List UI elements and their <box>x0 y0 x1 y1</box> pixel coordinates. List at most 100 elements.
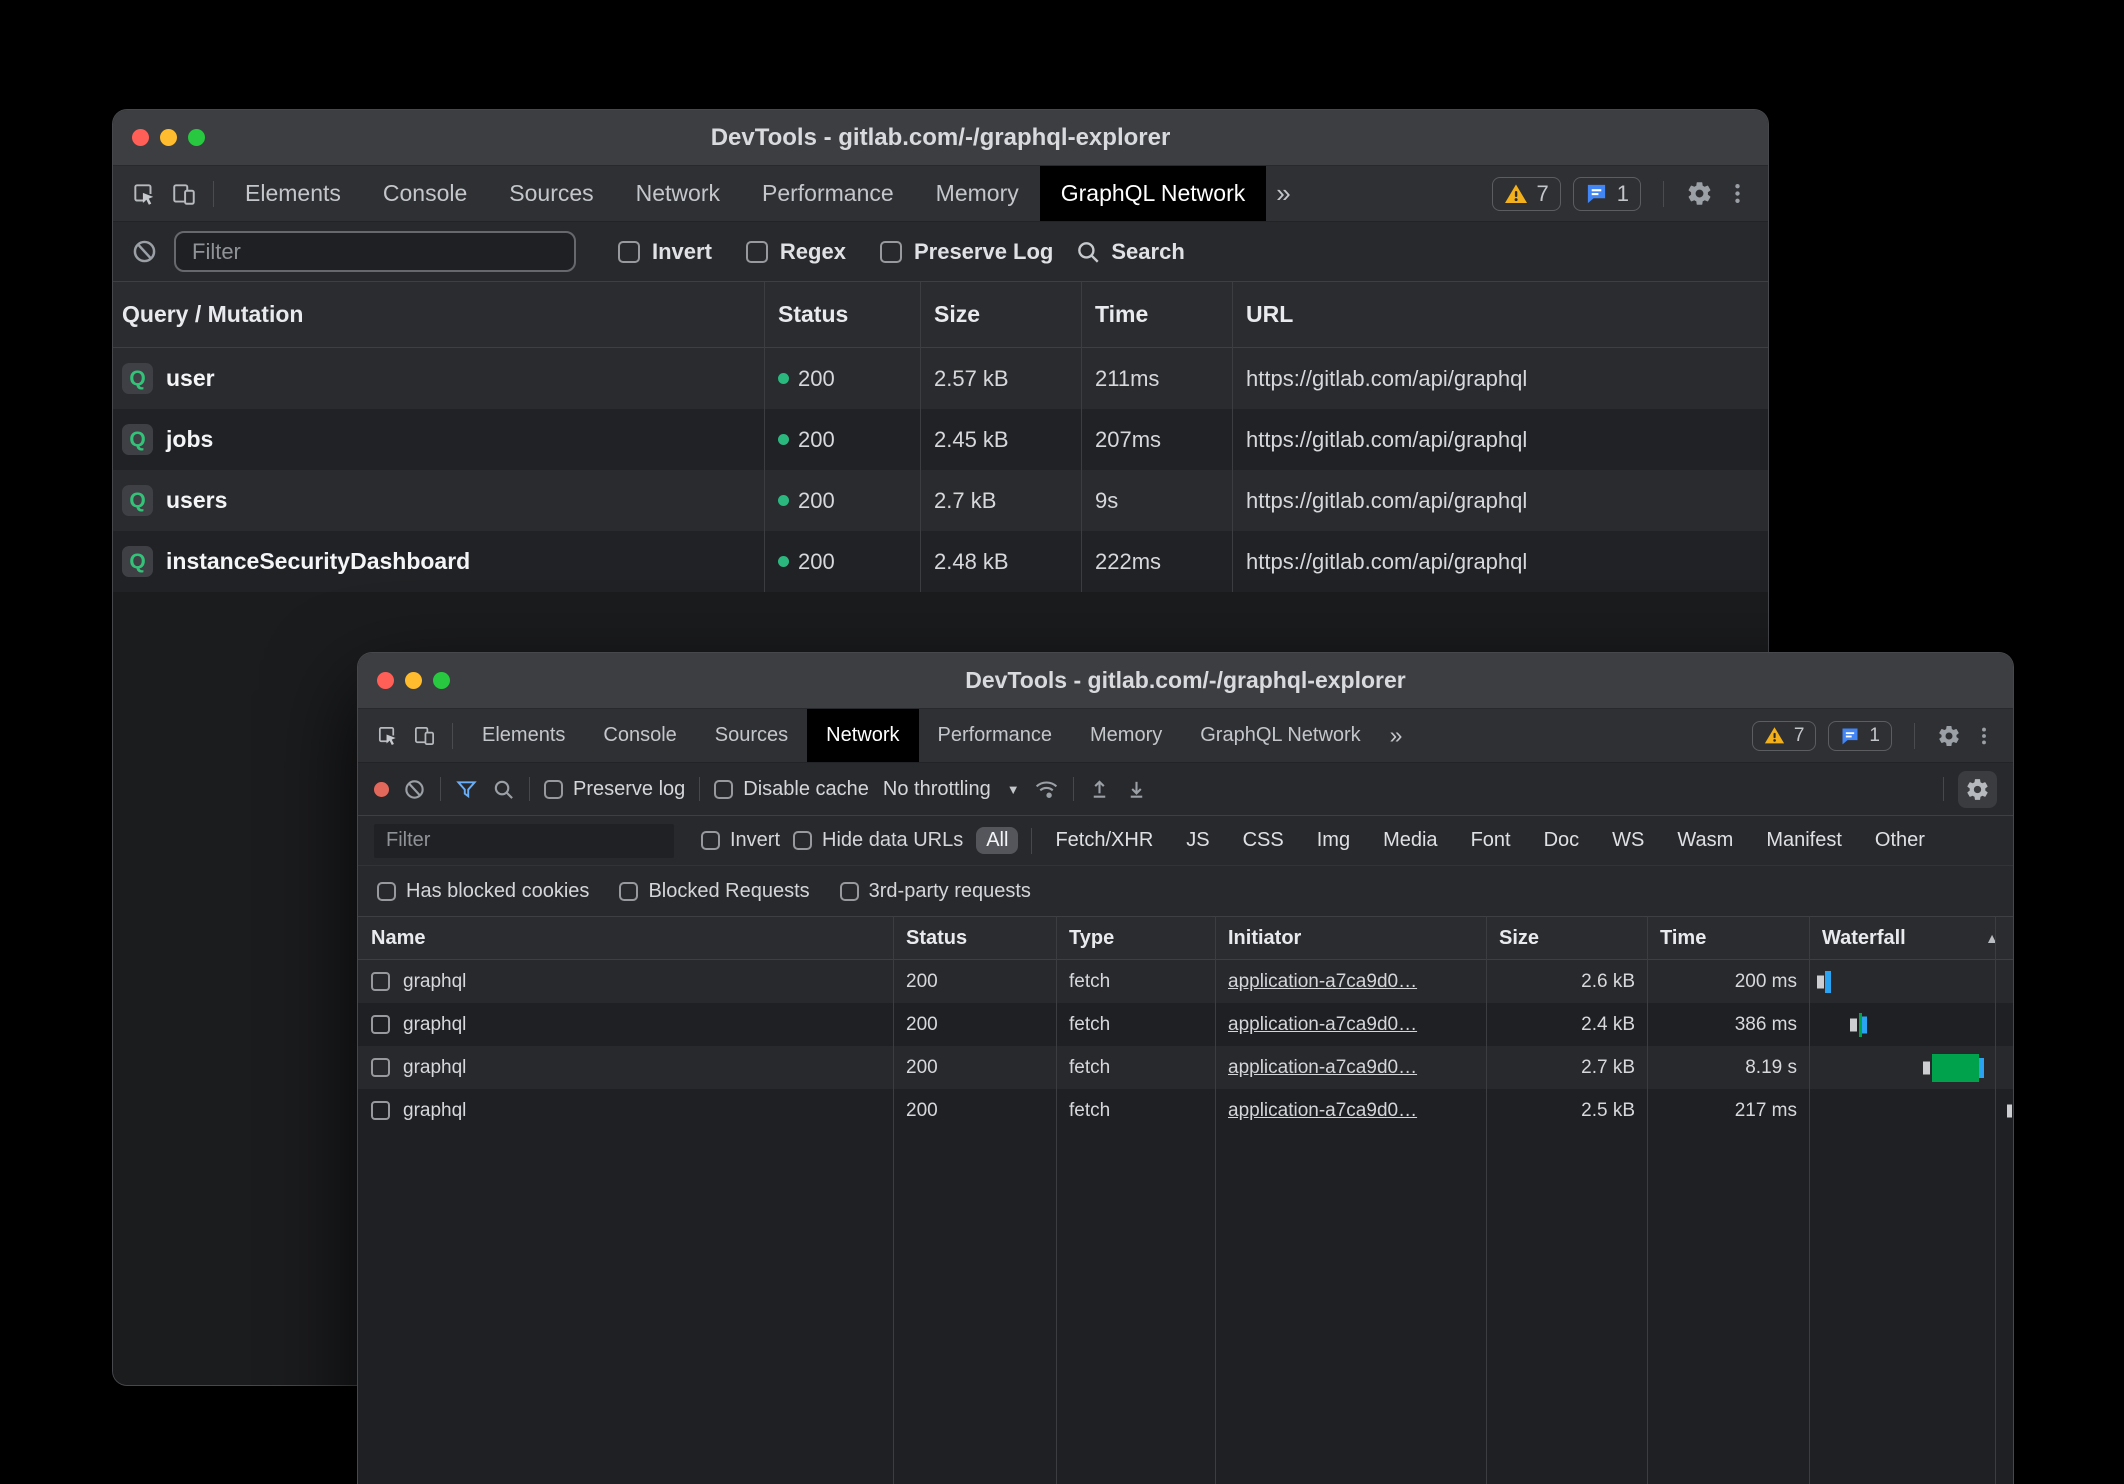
has-blocked-cookies-checkbox[interactable]: Has blocked cookies <box>377 880 589 903</box>
tab-graphql-network[interactable]: GraphQL Network <box>1040 166 1267 221</box>
tab-network[interactable]: Network <box>615 166 741 221</box>
waterfall-bar[interactable] <box>1809 1046 2013 1089</box>
tab-memory[interactable]: Memory <box>1071 709 1181 762</box>
tab-console[interactable]: Console <box>362 166 488 221</box>
more-panels-chevron[interactable]: » <box>1390 722 1403 749</box>
tab-sources[interactable]: Sources <box>696 709 807 762</box>
search-icon[interactable] <box>492 778 515 801</box>
settings-gear-icon[interactable] <box>1937 724 1961 748</box>
graphql-request-row[interactable]: Quser2002.57 kB211mshttps://gitlab.com/a… <box>113 348 1768 409</box>
device-toolbar-icon[interactable] <box>171 181 197 207</box>
network-request-row[interactable]: graphql200fetchapplication-a7ca9d0…2.6 k… <box>358 960 2013 1003</box>
third-party-requests-checkbox[interactable]: 3rd-party requests <box>840 880 1031 903</box>
close-window-button[interactable] <box>377 672 394 689</box>
tab-elements[interactable]: Elements <box>463 709 584 762</box>
minimize-window-button[interactable] <box>405 672 422 689</box>
record-network-log-button[interactable] <box>374 782 389 797</box>
filter-chip-wasm[interactable]: Wasm <box>1667 827 1743 854</box>
column-header-time[interactable]: Time <box>1081 301 1232 328</box>
tab-graphql-network[interactable]: GraphQL Network <box>1181 709 1379 762</box>
initiator-link[interactable]: application-a7ca9d0… <box>1228 971 1417 993</box>
column-header-status[interactable]: Status <box>764 301 920 328</box>
checkbox-box[interactable] <box>701 831 720 850</box>
tab-network[interactable]: Network <box>807 709 918 762</box>
filter-chip-fetch-xhr[interactable]: Fetch/XHR <box>1045 827 1163 854</box>
tab-elements[interactable]: Elements <box>224 166 362 221</box>
more-panels-chevron[interactable]: » <box>1276 178 1290 209</box>
checkbox-box[interactable] <box>880 241 902 263</box>
issues-badge[interactable]: 1 <box>1573 177 1641 211</box>
graphql-filter-input[interactable] <box>174 231 576 272</box>
titlebar[interactable]: DevTools - gitlab.com/-/graphql-explorer <box>113 110 1768 166</box>
disable-cache-checkbox[interactable]: Disable cache <box>714 778 869 801</box>
row-checkbox[interactable] <box>371 1058 390 1077</box>
inspect-element-icon[interactable] <box>376 724 399 747</box>
issues-badge[interactable]: 1 <box>1828 721 1892 751</box>
checkbox-box[interactable] <box>377 882 396 901</box>
search-button[interactable]: Search <box>1075 239 1184 265</box>
warnings-badge[interactable]: 7 <box>1492 177 1561 211</box>
regex-checkbox[interactable]: Regex <box>746 239 846 265</box>
row-checkbox[interactable] <box>371 1101 390 1120</box>
graphql-request-row[interactable]: Qjobs2002.45 kB207mshttps://gitlab.com/a… <box>113 409 1768 470</box>
device-toolbar-icon[interactable] <box>413 724 436 747</box>
filter-chip-img[interactable]: Img <box>1307 827 1360 854</box>
tab-memory[interactable]: Memory <box>915 166 1040 221</box>
column-header-size[interactable]: Size <box>920 301 1081 328</box>
initiator-link[interactable]: application-a7ca9d0… <box>1228 1014 1417 1036</box>
waterfall-bar[interactable] <box>1809 1089 2013 1132</box>
filter-chip-js[interactable]: JS <box>1176 827 1219 854</box>
graphql-request-row[interactable]: Qusers2002.7 kB9shttps://gitlab.com/api/… <box>113 470 1768 531</box>
settings-gear-icon[interactable] <box>1686 180 1713 207</box>
initiator-link[interactable]: application-a7ca9d0… <box>1228 1057 1417 1079</box>
network-request-row[interactable]: graphql200fetchapplication-a7ca9d0…2.4 k… <box>358 1003 2013 1046</box>
tab-console[interactable]: Console <box>584 709 695 762</box>
tab-performance[interactable]: Performance <box>919 709 1072 762</box>
kebab-menu-icon[interactable] <box>1725 181 1750 206</box>
network-settings-gear-icon[interactable] <box>1958 771 1997 808</box>
checkbox-box[interactable] <box>793 831 812 850</box>
checkbox-box[interactable] <box>619 882 638 901</box>
graphql-request-row[interactable]: QinstanceSecurityDashboard2002.48 kB222m… <box>113 531 1768 592</box>
filter-chip-font[interactable]: Font <box>1461 827 1521 854</box>
column-header-time[interactable]: Time <box>1647 927 1809 950</box>
maximize-window-button[interactable] <box>433 672 450 689</box>
filter-chip-manifest[interactable]: Manifest <box>1756 827 1852 854</box>
column-header-query-mutation[interactable]: Query / Mutation <box>113 301 764 328</box>
checkbox-box[interactable] <box>544 780 563 799</box>
invert-checkbox[interactable]: Invert <box>618 239 712 265</box>
checkbox-box[interactable] <box>618 241 640 263</box>
checkbox-box[interactable] <box>714 780 733 799</box>
row-checkbox[interactable] <box>371 972 390 991</box>
warnings-badge[interactable]: 7 <box>1752 721 1817 751</box>
column-header-waterfall[interactable]: Waterfall ▲ <box>1809 927 2013 950</box>
kebab-menu-icon[interactable] <box>1973 725 1995 747</box>
row-checkbox[interactable] <box>371 1015 390 1034</box>
clear-icon[interactable] <box>131 238 158 265</box>
minimize-window-button[interactable] <box>160 129 177 146</box>
filter-funnel-icon[interactable] <box>455 778 478 801</box>
checkbox-box[interactable] <box>746 241 768 263</box>
sort-ascending-icon[interactable]: ▲ <box>1985 930 2013 946</box>
network-filter-input[interactable] <box>374 824 674 858</box>
hide-data-urls-checkbox[interactable]: Hide data URLs <box>793 829 963 852</box>
column-header-name[interactable]: Name <box>358 927 893 950</box>
tab-performance[interactable]: Performance <box>741 166 915 221</box>
preserve-log-checkbox[interactable]: Preserve Log <box>880 239 1053 265</box>
waterfall-bar[interactable] <box>1809 960 2013 1003</box>
filter-chip-css[interactable]: CSS <box>1233 827 1294 854</box>
filter-chip-media[interactable]: Media <box>1373 827 1447 854</box>
export-har-icon[interactable] <box>1125 778 1148 801</box>
maximize-window-button[interactable] <box>188 129 205 146</box>
throttling-dropdown[interactable]: No throttling ▼ <box>883 778 1020 801</box>
waterfall-bar[interactable] <box>1809 1003 2013 1046</box>
column-header-url[interactable]: URL <box>1232 301 1768 328</box>
filter-chip-ws[interactable]: WS <box>1602 827 1654 854</box>
invert-checkbox[interactable]: Invert <box>701 829 780 852</box>
filter-chip-doc[interactable]: Doc <box>1534 827 1590 854</box>
initiator-link[interactable]: application-a7ca9d0… <box>1228 1100 1417 1122</box>
inspect-element-icon[interactable] <box>131 181 157 207</box>
column-header-initiator[interactable]: Initiator <box>1215 927 1486 950</box>
tab-sources[interactable]: Sources <box>488 166 614 221</box>
filter-chip-all[interactable]: All <box>976 827 1018 854</box>
